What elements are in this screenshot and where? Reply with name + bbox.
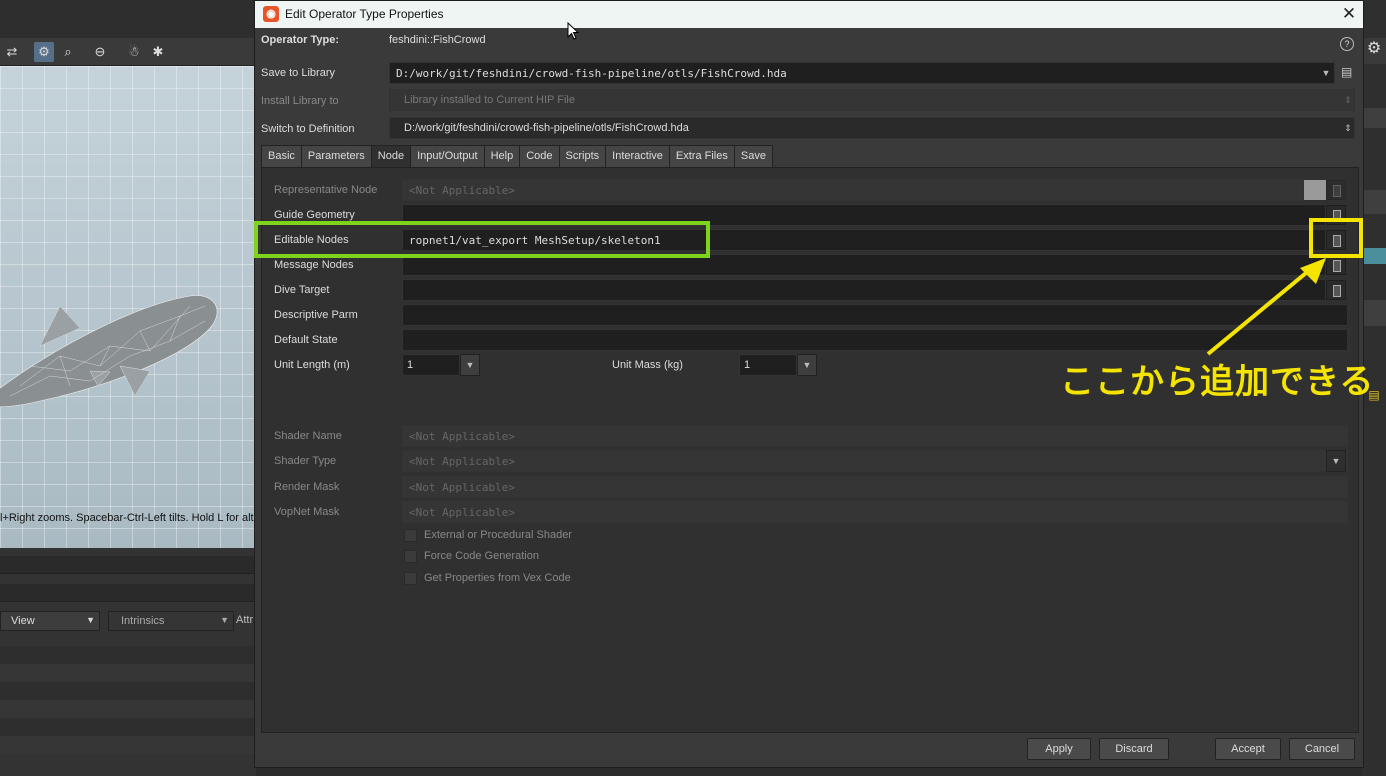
install-library-label: Install Library to	[261, 95, 339, 107]
snap-icon[interactable]: ✱	[148, 42, 168, 62]
switch-definition-dropdown[interactable]: D:/work/git/feshdini/crowd-fish-pipeline…	[389, 117, 1355, 139]
panel-divider	[0, 584, 256, 602]
chevron-down-icon[interactable]: ▼	[460, 354, 480, 376]
shader-name-field: <Not Applicable>	[402, 425, 1348, 447]
shader-name-label: Shader Name	[274, 430, 342, 442]
mouse-cursor-icon	[567, 22, 580, 40]
tab-save[interactable]: Save	[733, 145, 773, 168]
message-nodes-label: Message Nodes	[274, 259, 354, 271]
save-to-library-field[interactable]: D:/work/git/feshdini/crowd-fish-pipeline…	[389, 62, 1335, 84]
chevron-down-icon: ▼	[1326, 450, 1346, 472]
annotation-text: ここから追加できる	[1060, 362, 1375, 402]
tab-interactive[interactable]: Interactive	[605, 145, 670, 168]
tab-input-output[interactable]: Input/Output	[410, 145, 485, 168]
view-dropdown[interactable]: View ▼	[0, 611, 100, 631]
editable-nodes-highlight	[254, 221, 710, 258]
tab-parameters[interactable]: Parameters	[300, 145, 372, 168]
descriptive-parm-label: Descriptive Parm	[274, 309, 358, 321]
intrinsics-dropdown-label: Intrinsics	[121, 615, 165, 627]
dive-target-field[interactable]	[402, 279, 1326, 301]
viewport-hint-text: l+Right zooms. Spacebar-Ctrl-Left tilts.…	[0, 512, 254, 524]
select-mode-icon[interactable]: ⚙	[34, 42, 54, 62]
chevron-updown-icon[interactable]: ⇕	[1341, 90, 1355, 110]
tab-help[interactable]: Help	[483, 145, 521, 168]
shader-type-label: Shader Type	[274, 455, 337, 467]
annotation-arrow	[1206, 258, 1326, 356]
tab-node[interactable]: Node	[370, 145, 412, 168]
operator-type-value: feshdini::FishCrowd	[389, 34, 486, 46]
accept-button[interactable]: Accept	[1215, 738, 1281, 760]
chevron-down-icon: ▼	[220, 615, 229, 625]
dive-target-label: Dive Target	[274, 284, 330, 296]
tab-bar: Basic Parameters Node Input/Output Help …	[261, 145, 773, 168]
force-code-checkbox[interactable]	[404, 550, 417, 563]
render-mask-label: Render Mask	[274, 481, 340, 493]
switch-definition-label: Switch to Definition	[261, 123, 355, 135]
discard-button[interactable]: Discard	[1099, 738, 1169, 760]
viewport-header	[0, 0, 256, 38]
node-chooser-icon	[1326, 180, 1346, 200]
get-properties-checkbox[interactable]	[404, 572, 417, 585]
houdini-logo-icon: ◉	[263, 6, 279, 22]
bottom-panel	[0, 548, 256, 776]
help-icon[interactable]: ?	[1340, 37, 1354, 51]
timeline-bar	[0, 556, 256, 574]
chevron-down-icon[interactable]: ▼	[1319, 63, 1333, 83]
unit-length-field[interactable]: 1	[402, 354, 460, 376]
save-to-library-label: Save to Library	[261, 67, 335, 79]
chevron-down-icon[interactable]: ▼	[797, 354, 817, 376]
operator-type-label: Operator Type:	[261, 34, 340, 46]
crowd-icon[interactable]: ☃	[124, 42, 144, 62]
representative-node-field: <Not Applicable>	[402, 179, 1304, 201]
scene-viewport[interactable]: l+Right zooms. Spacebar-Ctrl-Left tilts.…	[0, 0, 256, 548]
shader-type-dropdown: <Not Applicable>	[402, 450, 1348, 472]
settings-gear-icon[interactable]: ⚙	[1362, 38, 1386, 64]
add-button-highlight	[1309, 218, 1363, 258]
viewport-toolbar: ⇄ ⚙ ⌕ ⊖ ☃ ✱	[0, 38, 256, 66]
apply-button[interactable]: Apply	[1027, 738, 1091, 760]
tab-code[interactable]: Code	[519, 145, 560, 168]
get-properties-label: Get Properties from Vex Code	[424, 572, 571, 584]
dialog-title: Edit Operator Type Properties	[285, 7, 444, 21]
guide-geometry-label: Guide Geometry	[274, 209, 355, 221]
unit-mass-field[interactable]: 1	[739, 354, 797, 376]
external-shader-checkbox[interactable]	[404, 529, 417, 542]
attr-label: Attr	[236, 614, 254, 626]
vopnet-mask-field: <Not Applicable>	[402, 501, 1348, 523]
file-browse-icon[interactable]: ▤	[1341, 65, 1355, 81]
chevron-down-icon: ▼	[86, 615, 95, 625]
install-library-dropdown[interactable]: Library installed to Current HIP File	[389, 89, 1355, 111]
unit-mass-label: Unit Mass (kg)	[612, 359, 683, 371]
color-swatch	[1304, 180, 1326, 200]
chevron-updown-icon[interactable]: ⇕	[1341, 118, 1355, 138]
unit-length-label: Unit Length (m)	[274, 359, 350, 371]
render-mask-field: <Not Applicable>	[402, 476, 1348, 498]
force-code-label: Force Code Generation	[424, 550, 539, 562]
selected-row-indicator	[1362, 248, 1386, 264]
tab-basic[interactable]: Basic	[261, 145, 302, 168]
representative-node-label: Representative Node	[274, 184, 378, 196]
view-tools-icon[interactable]: ⇄	[2, 42, 22, 62]
default-state-label: Default State	[274, 334, 338, 346]
tab-extra-files[interactable]: Extra Files	[668, 145, 735, 168]
view-dropdown-label: View	[11, 615, 35, 627]
vopnet-mask-label: VopNet Mask	[274, 506, 340, 518]
external-shader-label: External or Procedural Shader	[424, 529, 572, 541]
zoom-icon[interactable]: ⌕	[58, 42, 78, 62]
tab-scripts[interactable]: Scripts	[558, 145, 607, 168]
dialog-titlebar[interactable]: ◉ Edit Operator Type Properties ✕	[255, 1, 1363, 28]
close-icon[interactable]: ✕	[1339, 3, 1359, 25]
intrinsics-dropdown[interactable]: Intrinsics ▼	[108, 611, 234, 631]
disable-icon[interactable]: ⊖	[90, 42, 110, 62]
cancel-button[interactable]: Cancel	[1289, 738, 1355, 760]
fish-model	[0, 295, 218, 408]
